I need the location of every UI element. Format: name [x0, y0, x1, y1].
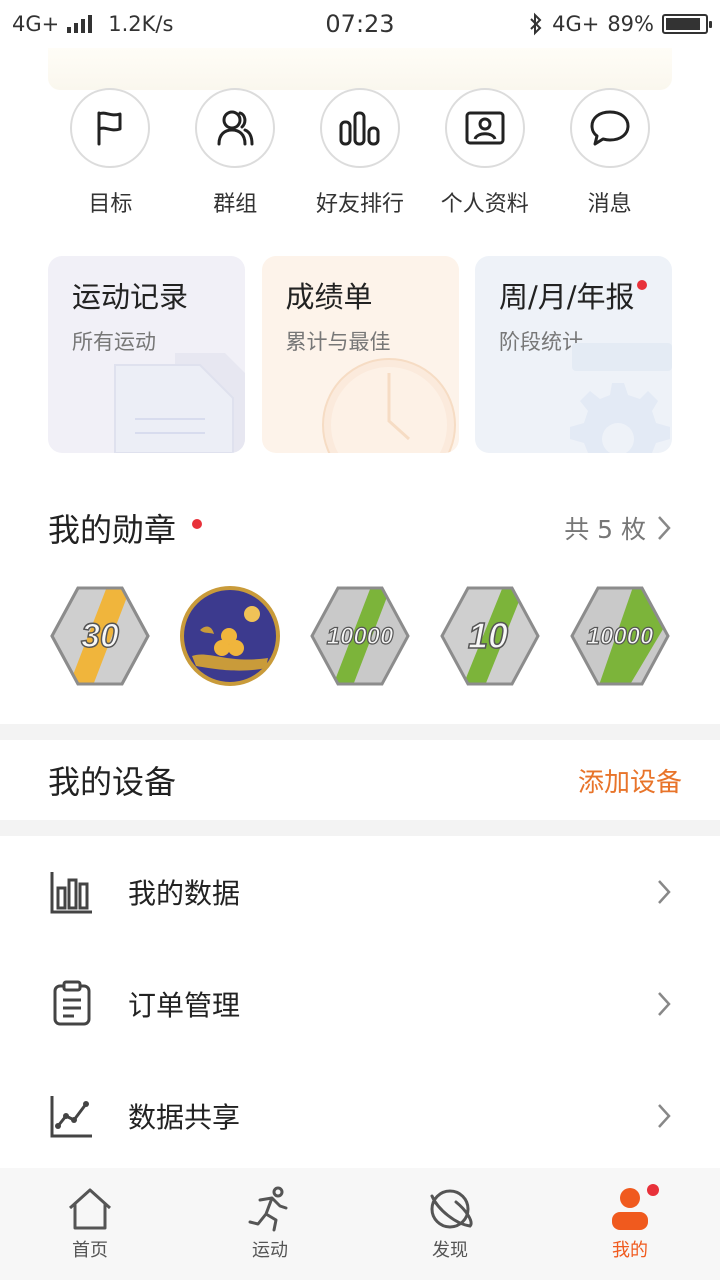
menu-item-orders[interactable]: 订单管理	[0, 948, 720, 1060]
card-title-wrap: 周/月/年报	[499, 274, 648, 316]
medal-special-badge[interactable]	[178, 584, 282, 688]
chevron-right-icon	[658, 880, 671, 904]
message-icon	[590, 110, 630, 146]
devices-title: 我的设备	[48, 763, 177, 801]
menu-item-label: 数据共享	[128, 1101, 241, 1134]
menu-item-data-sharing[interactable]: 数据共享	[0, 1060, 720, 1172]
running-icon	[248, 1186, 288, 1232]
medals-count: 共 5 枚	[564, 515, 646, 544]
card-report-card[interactable]: 成绩单 累计与最佳	[261, 256, 459, 453]
medals-title-wrap: 我的勋章	[48, 505, 203, 551]
medals-title: 我的勋章	[48, 511, 177, 549]
status-bar: 4G+ 1.2K/s 07:23 4G+ 89%	[0, 0, 720, 48]
quick-action-goal[interactable]: 目标	[48, 88, 173, 218]
nav-sport[interactable]: 运动	[180, 1168, 360, 1280]
bar-chart-icon	[50, 872, 92, 914]
line-chart-icon	[50, 1096, 92, 1138]
quick-action-label: 群组	[213, 192, 258, 217]
flag-icon	[97, 111, 122, 146]
chevron-right-icon	[658, 992, 671, 1016]
quick-action-label: 消息	[587, 192, 632, 217]
medal-10000-badge[interactable]: 10000	[308, 584, 412, 688]
header-banner-edge	[48, 48, 672, 90]
medal-30-badge[interactable]: 30	[48, 584, 152, 688]
medals-header: 我的勋章 共 5 枚	[48, 505, 672, 551]
quick-action-label: 目标	[88, 192, 133, 217]
document-icon	[114, 353, 245, 453]
notification-dot	[647, 1184, 659, 1196]
planet-icon	[430, 1189, 473, 1229]
menu-item-label: 订单管理	[128, 989, 241, 1022]
clipboard-icon	[53, 980, 91, 1026]
profile-card-icon	[465, 111, 505, 145]
quick-action-label: 好友排行	[315, 192, 404, 217]
card-title: 成绩单	[285, 280, 373, 314]
chevron-right-icon	[658, 516, 671, 540]
medal-text: 10	[468, 615, 508, 656]
clock: 07:23	[325, 10, 395, 38]
medal-10000-badge[interactable]: 10000	[568, 584, 672, 688]
quick-action-message[interactable]: 消息	[547, 88, 672, 218]
medal-text: 30	[81, 617, 119, 655]
network-speed: 1.2K/s	[108, 12, 174, 36]
group-icon	[217, 110, 254, 146]
battery-percent: 89%	[607, 12, 654, 36]
medals-count-link[interactable]: 共 5 枚	[564, 510, 672, 546]
devices-row: 我的设备 添加设备	[0, 740, 720, 820]
medal-10-badge[interactable]: 10	[438, 584, 542, 688]
feature-cards: 运动记录 所有运动 成绩单 累计与最佳 周/月/年报 阶段统计	[48, 256, 672, 453]
medal-text: 10000	[327, 623, 394, 650]
network-type: 4G+	[12, 12, 60, 36]
quick-action-profile[interactable]: 个人资料	[422, 88, 547, 218]
quick-action-ranking[interactable]: 好友排行	[298, 88, 423, 218]
battery-icon	[662, 14, 712, 34]
chevron-right-icon	[658, 1104, 671, 1128]
nav-me[interactable]: 我的	[540, 1168, 720, 1280]
nav-home[interactable]: 首页	[0, 1168, 180, 1280]
bluetooth-icon	[530, 12, 542, 36]
notification-dot	[636, 280, 647, 290]
nav-discover[interactable]: 发现	[360, 1168, 540, 1280]
signal-icon	[67, 15, 93, 33]
card-sport-records[interactable]: 运动记录 所有运动	[48, 256, 245, 453]
medal-text: 10000	[587, 623, 654, 650]
section-divider	[0, 820, 720, 836]
card-title: 周/月/年报	[499, 280, 635, 314]
ranking-icon	[339, 111, 380, 146]
notification-dot	[192, 519, 203, 529]
quick-actions: 目标 群组 好友排行 个人资料 消息	[48, 88, 672, 218]
quick-action-label: 个人资料	[440, 192, 529, 217]
network-type-right: 4G+	[552, 12, 600, 36]
nav-label: 我的	[612, 1240, 648, 1261]
section-divider	[0, 724, 720, 740]
add-device-button[interactable]: 添加设备	[578, 762, 682, 799]
quick-action-group[interactable]: 群组	[173, 88, 298, 218]
card-periodic-report[interactable]: 周/月/年报 阶段统计	[475, 256, 672, 453]
nav-label: 发现	[432, 1240, 468, 1261]
bottom-nav: 首页 运动 发现 我的	[0, 1168, 720, 1280]
gear-icon	[570, 343, 672, 453]
clock-icon	[321, 358, 456, 453]
nav-label: 运动	[252, 1240, 288, 1261]
nav-label: 首页	[72, 1240, 108, 1261]
menu-item-my-data[interactable]: 我的数据	[0, 836, 720, 948]
medals-row: 30 10000 10 10000	[48, 584, 672, 688]
menu-item-label: 我的数据	[128, 877, 241, 910]
card-title: 运动记录	[72, 280, 189, 314]
home-icon	[68, 1188, 112, 1230]
